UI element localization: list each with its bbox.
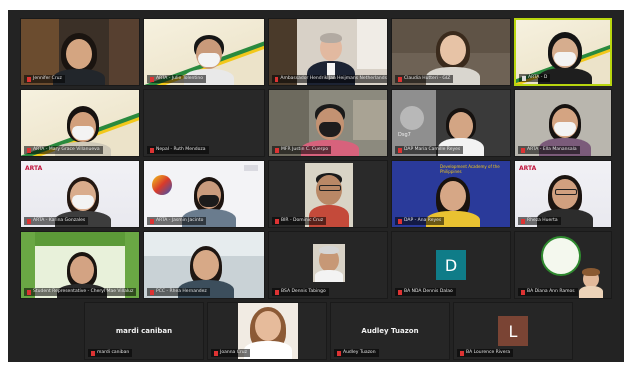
participant-label: Jennifer Cruz — [24, 75, 65, 83]
video-tile-10[interactable]: ARTA - Ella Manansala — [514, 89, 612, 157]
mic-muted-icon — [275, 147, 279, 153]
participant-label: MFR Justin C. Cuerpo — [272, 146, 332, 154]
video-tile-12[interactable]: ARTA - Jasmin Jacinto — [143, 160, 265, 228]
mic-muted-icon — [27, 76, 31, 82]
participant-label: BA NDA Dennis Dalao — [395, 288, 456, 296]
participant-label: ARTA - Karina Gonzales — [24, 217, 89, 225]
video-tile-9[interactable]: Dsg7 DAP Maria Camille Reyes — [391, 89, 511, 157]
participant-label: BA Lourence Rivera — [457, 349, 514, 357]
video-tile-11[interactable]: ARTA ARTA - Karina Gonzales — [20, 160, 140, 228]
mic-muted-icon — [150, 147, 154, 153]
mic-muted-icon — [275, 289, 279, 295]
participant-label: Audley Tuazon — [334, 349, 379, 357]
participant-label: Joanna Cruz — [211, 349, 250, 357]
mic-muted-icon — [27, 218, 31, 224]
mic-muted-icon — [91, 350, 95, 356]
participant-label: Student Representative - Cheryl Mae Vill… — [24, 288, 137, 296]
mic-muted-icon — [275, 76, 279, 82]
participant-name-display: mardi caniban — [115, 327, 173, 335]
gallery-view: Jennifer Cruz ARTA - Julie Tolentino Amb… — [8, 10, 624, 362]
participant-label: BSA Dennis Tabingo — [272, 288, 329, 296]
participant-label: Rheza Huerta — [518, 217, 561, 225]
video-tile-8[interactable]: MFR Justin C. Cuerpo — [268, 89, 388, 157]
participant-label: ARTA - Mary Grace Villanueva — [24, 146, 103, 154]
video-tile-5-active-speaker[interactable]: ARTA - D — [514, 18, 612, 86]
participant-label: BIR - Dominic Cruz — [272, 217, 327, 225]
participant-label: ARTA - Jasmin Jacinto — [147, 217, 207, 225]
participant-label: mardi caniban — [88, 349, 133, 357]
video-tile-16[interactable]: Student Representative - Cheryl Mae Vill… — [20, 231, 140, 299]
participant-label: Ambassador Hendrik Jan Heijmans Netherla… — [272, 75, 387, 83]
video-tile-14[interactable]: Development Academy of the Philippines D… — [391, 160, 511, 228]
video-tile-19-camera-off[interactable]: D BA NDA Dennis Dalao — [391, 231, 511, 299]
participant-label: DAP - Ana Reyes — [395, 217, 445, 225]
mic-muted-icon — [150, 218, 154, 224]
video-tile-20[interactable]: BA Diana Ann Ramos — [514, 231, 612, 299]
mic-muted-icon — [27, 289, 31, 295]
video-tile-6[interactable]: ARTA - Mary Grace Villanueva — [20, 89, 140, 157]
mic-muted-icon — [398, 218, 402, 224]
video-tile-4[interactable]: Claudia Hutteri - GIZ — [391, 18, 511, 86]
video-tile-22[interactable]: Joanna Cruz — [207, 302, 327, 360]
mic-muted-icon — [398, 76, 402, 82]
participant-name-display: Audley Tuazon — [361, 327, 419, 335]
participant-label: PCC - Rhea Hernandez — [147, 288, 210, 296]
participant-label: ARTA - Julie Tolentino — [147, 75, 206, 83]
video-tile-15[interactable]: ARTA Rheza Huerta — [514, 160, 612, 228]
profile-placeholder-text: Dsg7 — [398, 132, 411, 138]
mic-muted-icon — [214, 350, 218, 356]
mic-muted-icon — [27, 147, 31, 153]
organization-seal-icon — [541, 236, 581, 276]
participant-label: Claudia Hutteri - GIZ — [395, 75, 454, 83]
video-tile-2[interactable]: ARTA - Julie Tolentino — [143, 18, 265, 86]
video-tile-3[interactable]: Ambassador Hendrik Jan Heijmans Netherla… — [268, 18, 388, 86]
participant-label: Nepal - Ruth Mendoza — [147, 146, 209, 154]
mic-muted-icon — [398, 289, 402, 295]
participant-label: DAP Maria Camille Reyes — [395, 146, 464, 154]
mic-muted-icon — [521, 289, 525, 295]
mic-muted-icon — [398, 147, 402, 153]
mic-muted-icon — [150, 289, 154, 295]
participant-label: ARTA - Ella Manansala — [518, 146, 580, 154]
mic-muted-icon — [275, 218, 279, 224]
mic-icon — [522, 75, 526, 81]
arta-logo: ARTA — [25, 165, 43, 172]
video-tile-21-camera-off[interactable]: mardi caniban mardi caniban — [84, 302, 204, 360]
mic-muted-icon — [521, 147, 525, 153]
video-tile-23-camera-off[interactable]: Audley Tuazon Audley Tuazon — [330, 302, 450, 360]
avatar-initial: L — [498, 316, 528, 346]
arta-play-logo — [152, 175, 172, 195]
profile-placeholder-icon — [400, 106, 424, 130]
video-tile-1[interactable]: Jennifer Cruz — [20, 18, 140, 86]
avatar-initial: D — [436, 250, 466, 280]
video-tile-24-camera-off[interactable]: L BA Lourence Rivera — [453, 302, 573, 360]
video-tile-18[interactable]: BSA Dennis Tabingo — [268, 231, 388, 299]
participant-label: BA Diana Ann Ramos — [518, 288, 578, 296]
participant-label: ARTA - D — [519, 74, 551, 82]
video-tile-7-camera-off[interactable]: Nepal - Ruth Mendoza — [143, 89, 265, 157]
dap-banner: Development Academy of the Philippines — [440, 164, 500, 174]
mic-muted-icon — [460, 350, 464, 356]
mic-muted-icon — [150, 76, 154, 82]
mic-muted-icon — [337, 350, 341, 356]
mic-muted-icon — [521, 218, 525, 224]
video-tile-17[interactable]: PCC - Rhea Hernandez — [143, 231, 265, 299]
video-tile-13[interactable]: BIR - Dominic Cruz — [268, 160, 388, 228]
arta-logo: ARTA — [519, 165, 537, 172]
